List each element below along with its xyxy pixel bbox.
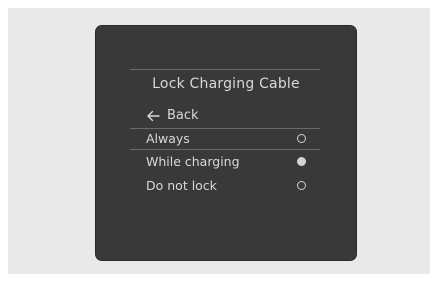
option-while-charging[interactable]: While charging — [146, 152, 308, 170]
radio-selected-icon[interactable] — [297, 156, 306, 166]
option-label: Always — [146, 130, 190, 146]
page-title: Lock Charging Cable — [152, 76, 300, 92]
back-button[interactable]: Back — [146, 108, 199, 123]
arrow-left-icon — [146, 110, 160, 122]
radio-unselected-icon[interactable] — [297, 180, 306, 190]
settings-screen: Lock Charging Cable Back Always While ch… — [96, 26, 356, 260]
radio-unselected-icon[interactable] — [297, 133, 306, 143]
option-label: While charging — [146, 153, 240, 169]
option-divider — [130, 149, 320, 150]
option-always[interactable]: Always — [146, 129, 308, 147]
option-label: Do not lock — [146, 177, 217, 193]
top-divider — [130, 69, 320, 70]
option-do-not-lock[interactable]: Do not lock — [146, 176, 308, 194]
back-label: Back — [167, 108, 199, 123]
